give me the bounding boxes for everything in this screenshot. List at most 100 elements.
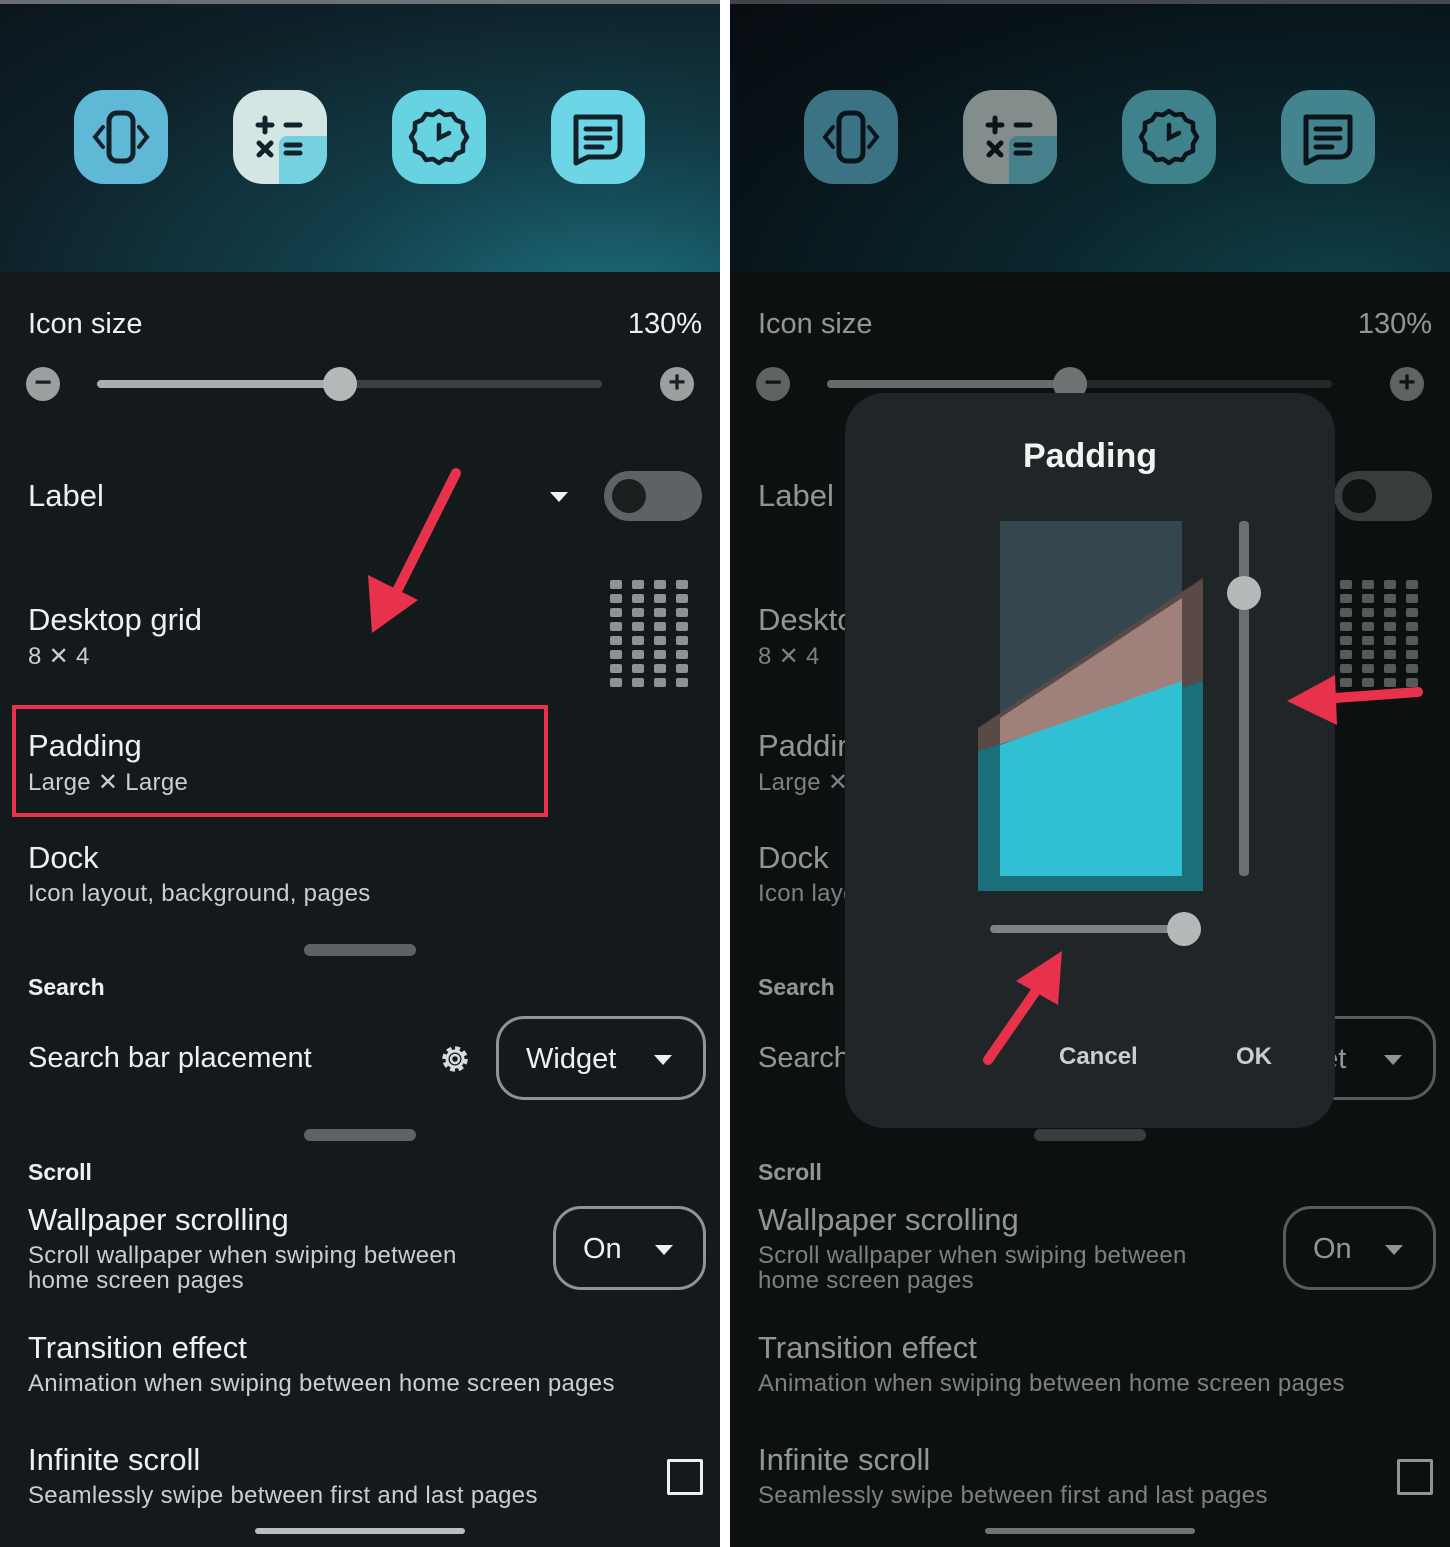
grid-cell [1362, 650, 1374, 659]
grid-cell [1384, 608, 1396, 617]
rotate-icon [92, 110, 150, 164]
calculator-app-icon[interactable] [233, 90, 327, 184]
clock-icon [1138, 108, 1200, 166]
dropdown-value: Widget [526, 1043, 617, 1075]
settings-screen: Icon size 130% − + Label Desktop grid 8 … [0, 0, 720, 1547]
icon-size-slider-thumb[interactable] [323, 367, 357, 401]
dropdown-icon[interactable] [550, 492, 568, 502]
vertical-slider-track[interactable] [1239, 521, 1249, 876]
message-app-icon [1281, 90, 1375, 184]
grid-cell [1406, 636, 1418, 645]
wallpaper-scrolling-description-1: Scroll wallpaper when swiping between [28, 1242, 457, 1269]
grid-cell [610, 664, 622, 673]
checkbox-icon[interactable] [667, 1459, 703, 1495]
grid-cell [676, 636, 688, 645]
section-divider [1034, 1129, 1146, 1141]
grid-cell [1406, 608, 1418, 617]
minus-button[interactable]: − [26, 367, 60, 401]
horizontal-slider-thumb[interactable] [1167, 912, 1201, 946]
grid-cell [632, 636, 644, 645]
section-divider [304, 1129, 416, 1141]
message-icon [573, 114, 623, 166]
grid-cell [676, 622, 688, 631]
message-app-icon[interactable] [551, 90, 645, 184]
infinite-scroll-description: Seamlessly swipe between first and last … [28, 1482, 538, 1509]
grid-cell [1340, 580, 1352, 589]
grid-cell [632, 608, 644, 617]
search-bar-placement-dropdown[interactable]: Widget [496, 1016, 706, 1100]
grid-cell [676, 664, 688, 673]
dropdown-value: On [1313, 1233, 1352, 1265]
gear-icon[interactable] [436, 1040, 474, 1078]
dropdown-icon [1385, 1245, 1403, 1255]
transition-effect-description: Animation when swiping between home scre… [28, 1370, 615, 1397]
label-setting-title: Label [758, 478, 834, 513]
grid-cell [1362, 622, 1374, 631]
annotation-arrow [983, 951, 1062, 1065]
rotate-app-icon [804, 90, 898, 184]
gesture-nav-bar[interactable] [255, 1528, 465, 1534]
plus-icon: + [668, 366, 686, 399]
horizontal-slider-track[interactable] [990, 925, 1180, 933]
grid-cell [632, 650, 644, 659]
padding-preview [978, 521, 1203, 891]
plus-button[interactable]: + [660, 367, 694, 401]
wallpaper-scrolling-description-2: home screen pages [28, 1267, 244, 1294]
grid-cell [610, 650, 622, 659]
annotation-arrow [1287, 675, 1423, 725]
clock-app-icon[interactable] [392, 90, 486, 184]
icon-size-label: Icon size [758, 308, 873, 340]
calculator-app-icon [963, 90, 1057, 184]
grid-cell [1362, 636, 1374, 645]
minus-icon: − [764, 366, 782, 399]
grid-cell [632, 664, 644, 673]
checkbox-icon [1397, 1459, 1433, 1495]
dialog-title: Padding [1022, 437, 1158, 475]
infinite-scroll-description: Seamlessly swipe between first and last … [758, 1482, 1268, 1509]
minus-button: − [756, 367, 790, 401]
search-section-header: Search [28, 974, 105, 1000]
scroll-section-header: Scroll [758, 1159, 822, 1185]
wallpaper-scrolling-dropdown[interactable]: On [553, 1206, 706, 1290]
icon-size-slider-fill [827, 380, 1070, 388]
desktop-grid-value: 8 ✕ 4 [28, 643, 90, 670]
grid-cell [654, 664, 666, 673]
ok-button[interactable]: OK [1236, 1043, 1272, 1071]
wallpaper-scrolling-title: Wallpaper scrolling [28, 1202, 289, 1237]
plus-icon: + [1398, 366, 1416, 399]
grid-cell [654, 678, 666, 687]
grid-cell [1340, 594, 1352, 603]
calculator-icon [255, 115, 303, 158]
icon-size-value: 130% [627, 308, 702, 340]
rotate-app-icon[interactable] [74, 90, 168, 184]
padding-dialog: Padding Cancel OK [845, 393, 1335, 1128]
grid-cell [654, 594, 666, 603]
calculator-icon [985, 115, 1033, 158]
vertical-slider-thumb[interactable] [1227, 576, 1261, 610]
icon-size-value: 130% [1357, 308, 1432, 340]
grid-cell [610, 580, 622, 589]
rotate-icon [822, 110, 880, 164]
dock-description: Icon layout, background, pages [28, 880, 371, 907]
cancel-button[interactable]: Cancel [1059, 1043, 1138, 1071]
grid-cell [1340, 622, 1352, 631]
grid-cell [610, 678, 622, 687]
grid-cell [610, 608, 622, 617]
annotation-arrow [368, 468, 461, 633]
gesture-nav-bar[interactable] [985, 1528, 1195, 1534]
dock-title: Dock [758, 840, 829, 875]
settings-screen-dialog: Icon size 130% − + Label Desktop grid 8 … [730, 0, 1450, 1547]
grid-cell [1406, 594, 1418, 603]
transition-effect-title: Transition effect [758, 1330, 977, 1365]
padding-highlight-box [12, 705, 548, 817]
label-toggle [1334, 471, 1432, 521]
grid-cell [632, 594, 644, 603]
grid-cell [676, 650, 688, 659]
grid-cell [1362, 580, 1374, 589]
grid-cell [654, 580, 666, 589]
dock-title: Dock [28, 840, 99, 875]
label-toggle[interactable] [604, 471, 702, 521]
grid-cell [1406, 650, 1418, 659]
grid-cell [632, 678, 644, 687]
desktop-grid-value: 8 ✕ 4 [758, 643, 820, 670]
